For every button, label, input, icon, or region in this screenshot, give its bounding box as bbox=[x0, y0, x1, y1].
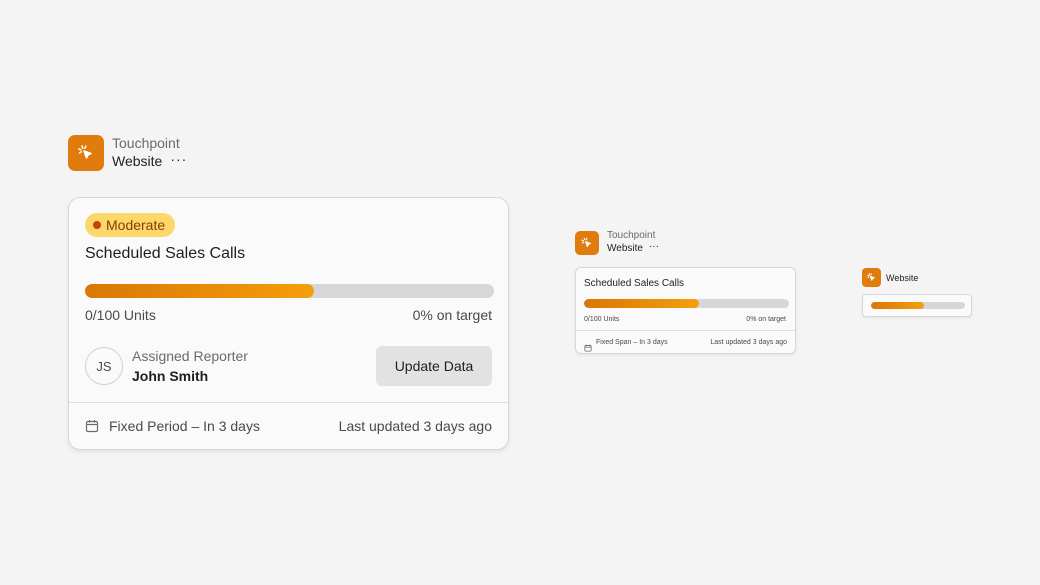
cursor-click-icon bbox=[575, 230, 599, 255]
medium-widget-header: Touchpoint Website ··· bbox=[575, 230, 659, 255]
status-badge: Moderate bbox=[85, 213, 176, 237]
touchpoint-label: Touchpoint bbox=[112, 135, 180, 151]
small-metric-card bbox=[862, 294, 972, 317]
target-percent: 0% on target bbox=[746, 316, 786, 323]
large-widget-header: Touchpoint Website ··· bbox=[68, 135, 187, 171]
channel-name: Website bbox=[112, 153, 163, 169]
calendar-icon bbox=[85, 419, 99, 438]
last-updated-text: Last updated 3 days ago bbox=[710, 339, 787, 346]
progress-fill bbox=[584, 299, 699, 308]
more-options-button[interactable]: ··· bbox=[649, 241, 659, 255]
status-badge-label: Moderate bbox=[106, 217, 166, 233]
cursor-click-icon bbox=[862, 268, 881, 287]
large-metric-card: Moderate Scheduled Sales Calls 0/100 Uni… bbox=[68, 197, 509, 450]
progress-fill bbox=[871, 302, 924, 309]
channel-name: Website bbox=[886, 272, 919, 283]
more-options-button[interactable]: ··· bbox=[170, 152, 187, 170]
channel-name: Website bbox=[607, 243, 643, 254]
progress-bar bbox=[85, 284, 494, 298]
medium-metric-card: Scheduled Sales Calls 0/100 Units 0% on … bbox=[575, 267, 796, 354]
status-dot bbox=[93, 221, 101, 229]
units-value: 0/100 Units bbox=[85, 307, 156, 323]
divider bbox=[69, 402, 508, 403]
update-data-button[interactable]: Update Data bbox=[376, 346, 492, 386]
progress-fill bbox=[85, 284, 315, 298]
reporter-name: John Smith bbox=[132, 368, 209, 384]
progress-bar bbox=[871, 302, 965, 309]
calendar-icon bbox=[584, 339, 592, 357]
last-updated-text: Last updated 3 days ago bbox=[338, 418, 492, 434]
avatar: JS bbox=[85, 347, 123, 385]
metric-title: Scheduled Sales Calls bbox=[584, 278, 685, 289]
target-percent: 0% on target bbox=[412, 307, 492, 323]
divider bbox=[576, 330, 795, 331]
period-text: Fixed Span – In 3 days bbox=[596, 339, 668, 346]
units-value: 0/100 Units bbox=[584, 316, 620, 323]
progress-bar bbox=[584, 299, 789, 308]
metric-title: Scheduled Sales Calls bbox=[85, 245, 246, 262]
cursor-click-icon bbox=[68, 135, 104, 171]
reporter-label: Assigned Reporter bbox=[132, 348, 248, 364]
small-widget-header: Website bbox=[862, 268, 918, 287]
period-text: Fixed Period – In 3 days bbox=[109, 418, 260, 434]
